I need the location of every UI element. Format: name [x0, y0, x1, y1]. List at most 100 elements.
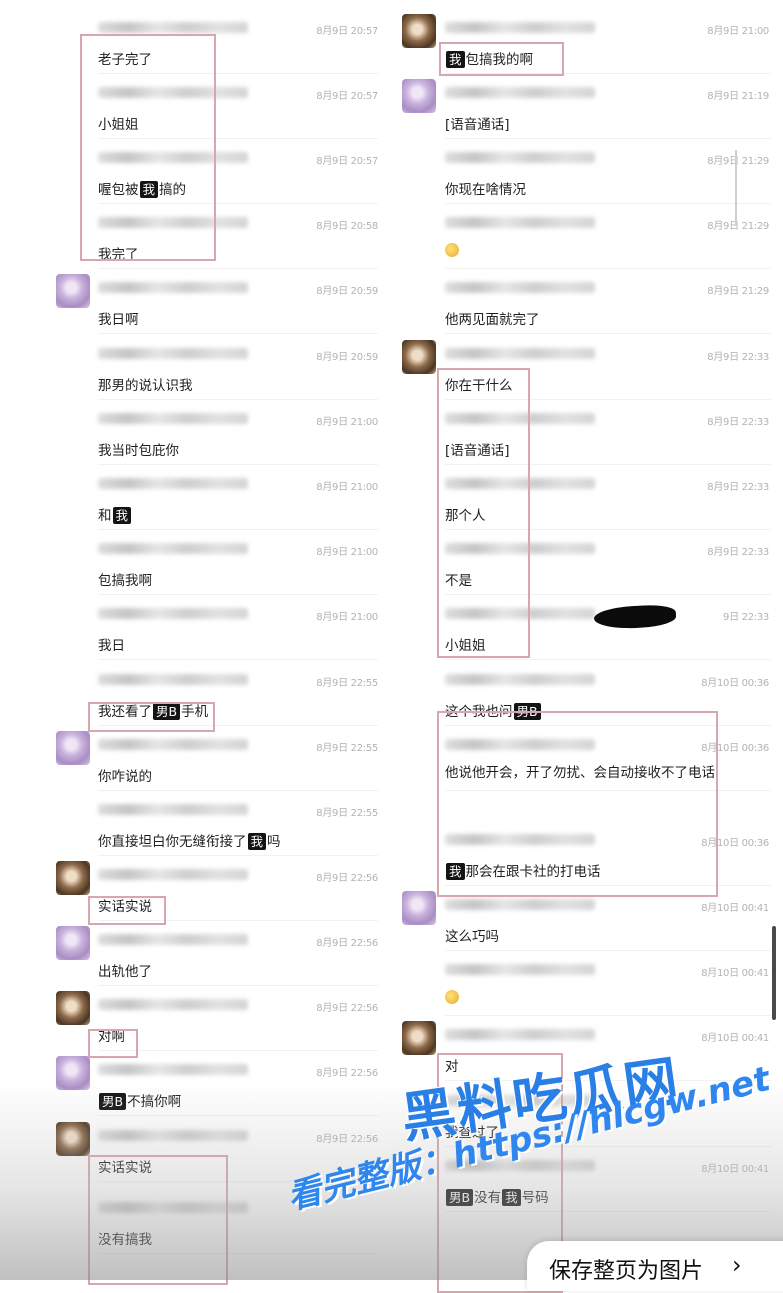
- chat-message[interactable]: 8月10日 00:41: [392, 952, 783, 1016]
- chat-message[interactable]: 8月9日 21:29 你现在啥情况: [392, 140, 783, 204]
- sender-name-blurred: [98, 869, 248, 880]
- highlight-label: 我: [112, 507, 132, 524]
- sender-name-blurred: [98, 478, 248, 489]
- sender-name-blurred: [445, 674, 595, 685]
- chat-message[interactable]: 8月9日 21:00 和我: [0, 466, 390, 530]
- avatar[interactable]: [402, 891, 436, 925]
- message-text: 那男的说认识我: [98, 374, 193, 394]
- text-segment: [语音通话]: [445, 117, 510, 133]
- message-time: 8月9日 20:57: [316, 26, 378, 37]
- message-time: 8月10日 00:41: [701, 903, 769, 914]
- sender-name-blurred: [445, 22, 595, 33]
- highlight-box-left-1: [88, 702, 215, 732]
- sender-name-blurred: [445, 152, 595, 163]
- inner-scrollbar[interactable]: [735, 150, 737, 226]
- message-time: 8月9日 21:00: [316, 612, 378, 623]
- sender-name-blurred: [445, 282, 595, 293]
- avatar[interactable]: [402, 340, 436, 374]
- highlight-box-right-2: [437, 368, 530, 658]
- message-time: 8月9日 21:29: [707, 286, 769, 297]
- message-time: 8月10日 00:41: [701, 968, 769, 979]
- divider: [98, 855, 378, 856]
- text-segment: 我日: [98, 638, 125, 654]
- divider: [445, 333, 771, 334]
- chat-message[interactable]: 8月9日 22:56 男B 不搞你啊: [0, 1052, 390, 1116]
- message-text: [语音通话]: [445, 113, 510, 133]
- highlight-box-left-2: [88, 896, 166, 925]
- message-text: 我日啊: [98, 308, 139, 328]
- message-time: 8月9日 22:56: [316, 873, 378, 884]
- message-time: 8月9日 22:55: [316, 808, 378, 819]
- chat-message[interactable]: 8月9日 22:55 你直接坦白你无缝衔接了我吗: [0, 792, 390, 856]
- text-segment: 和: [98, 508, 112, 524]
- divider: [98, 985, 378, 986]
- message-time: 8月9日 20:59: [316, 286, 378, 297]
- avatar[interactable]: [402, 1021, 436, 1055]
- sender-name-blurred: [98, 1064, 248, 1075]
- chat-message[interactable]: 8月9日 21:19 [语音通话]: [392, 75, 783, 139]
- message-text: 出轨他了: [98, 960, 152, 980]
- divider: [445, 950, 771, 951]
- divider: [445, 203, 771, 204]
- divider: [98, 333, 378, 334]
- sender-name-blurred: [445, 87, 595, 98]
- avatar[interactable]: [56, 274, 90, 308]
- message-time: 8月9日 22:33: [707, 417, 769, 428]
- save-page-label: 保存整页为图片: [549, 1259, 704, 1284]
- chat-message[interactable]: 8月9日 22:56 实话实说: [0, 857, 390, 921]
- sender-name-blurred: [98, 22, 248, 33]
- message-text: 包搞我啊: [98, 569, 152, 589]
- page-scrollbar[interactable]: [772, 926, 776, 1020]
- highlight-box-left-3: [88, 1029, 138, 1058]
- chat-message[interactable]: 8月9日 22:55 你咋说的: [0, 727, 390, 791]
- text-segment: 出轨他了: [98, 964, 152, 980]
- text-segment: 我当时包庇你: [98, 443, 179, 459]
- chat-message[interactable]: 8月9日 21:00 我当时包庇你: [0, 401, 390, 465]
- message-time: 8月9日 20:58: [316, 221, 378, 232]
- avatar[interactable]: [56, 731, 90, 765]
- message-time: 8月9日 22:55: [316, 678, 378, 689]
- sender-name-blurred: [98, 674, 248, 685]
- message-time: 8月9日 21:00: [316, 417, 378, 428]
- chat-message[interactable]: 8月9日 20:59 我日啊: [0, 270, 390, 334]
- save-page-as-image-button[interactable]: 保存整页为图片 ›: [527, 1241, 783, 1291]
- text-segment: 包搞我啊: [98, 573, 152, 589]
- avatar[interactable]: [56, 1122, 90, 1156]
- sender-name-blurred: [445, 899, 595, 910]
- message-text: 男B 不搞你啊: [98, 1090, 181, 1110]
- chat-message[interactable]: 8月9日 21:29 他两见面就完了: [392, 270, 783, 334]
- divider: [445, 659, 771, 660]
- message-text: 你现在啥情况: [445, 178, 526, 198]
- chat-message[interactable]: 8月9日 20:59 那男的说认识我: [0, 336, 390, 400]
- message-text: [445, 990, 459, 1008]
- message-text: 你咋说的: [98, 765, 152, 785]
- divider: [98, 268, 378, 269]
- text-segment: 你直接坦白你无缝衔接了: [98, 834, 247, 850]
- avatar[interactable]: [402, 79, 436, 113]
- text-segment: 那男的说认识我: [98, 378, 193, 394]
- sender-name-blurred: [98, 608, 248, 619]
- chat-message[interactable]: 8月9日 21:00 我日: [0, 596, 390, 660]
- chat-message[interactable]: 8月9日 22:56 对啊: [0, 987, 390, 1051]
- message-time: 8月9日 22:56: [316, 1068, 378, 1079]
- highlight-box-left-top: [80, 34, 216, 261]
- avatar[interactable]: [56, 991, 90, 1025]
- avatar[interactable]: [56, 926, 90, 960]
- chat-message[interactable]: 8月9日 22:56 出轨他了: [0, 922, 390, 986]
- chat-message[interactable]: 8月9日 21:00 包搞我啊: [0, 531, 390, 595]
- highlight-box-right-1: [439, 42, 564, 76]
- avatar[interactable]: [56, 1056, 90, 1090]
- divider: [98, 1050, 378, 1051]
- message-time: 8月9日 22:55: [316, 743, 378, 754]
- message-text: 他两见面就完了: [445, 308, 540, 328]
- chat-message[interactable]: 8月9日 21:29: [392, 205, 783, 269]
- sender-name-blurred: [98, 999, 248, 1010]
- divider: [98, 529, 378, 530]
- highlight-label: 我: [247, 833, 267, 850]
- avatar[interactable]: [56, 861, 90, 895]
- highlight-box-right-3: [437, 711, 718, 897]
- message-text: 我日: [98, 634, 125, 654]
- avatar[interactable]: [402, 14, 436, 48]
- sender-name-blurred: [445, 964, 595, 975]
- message-time: 8月9日 21:19: [707, 91, 769, 102]
